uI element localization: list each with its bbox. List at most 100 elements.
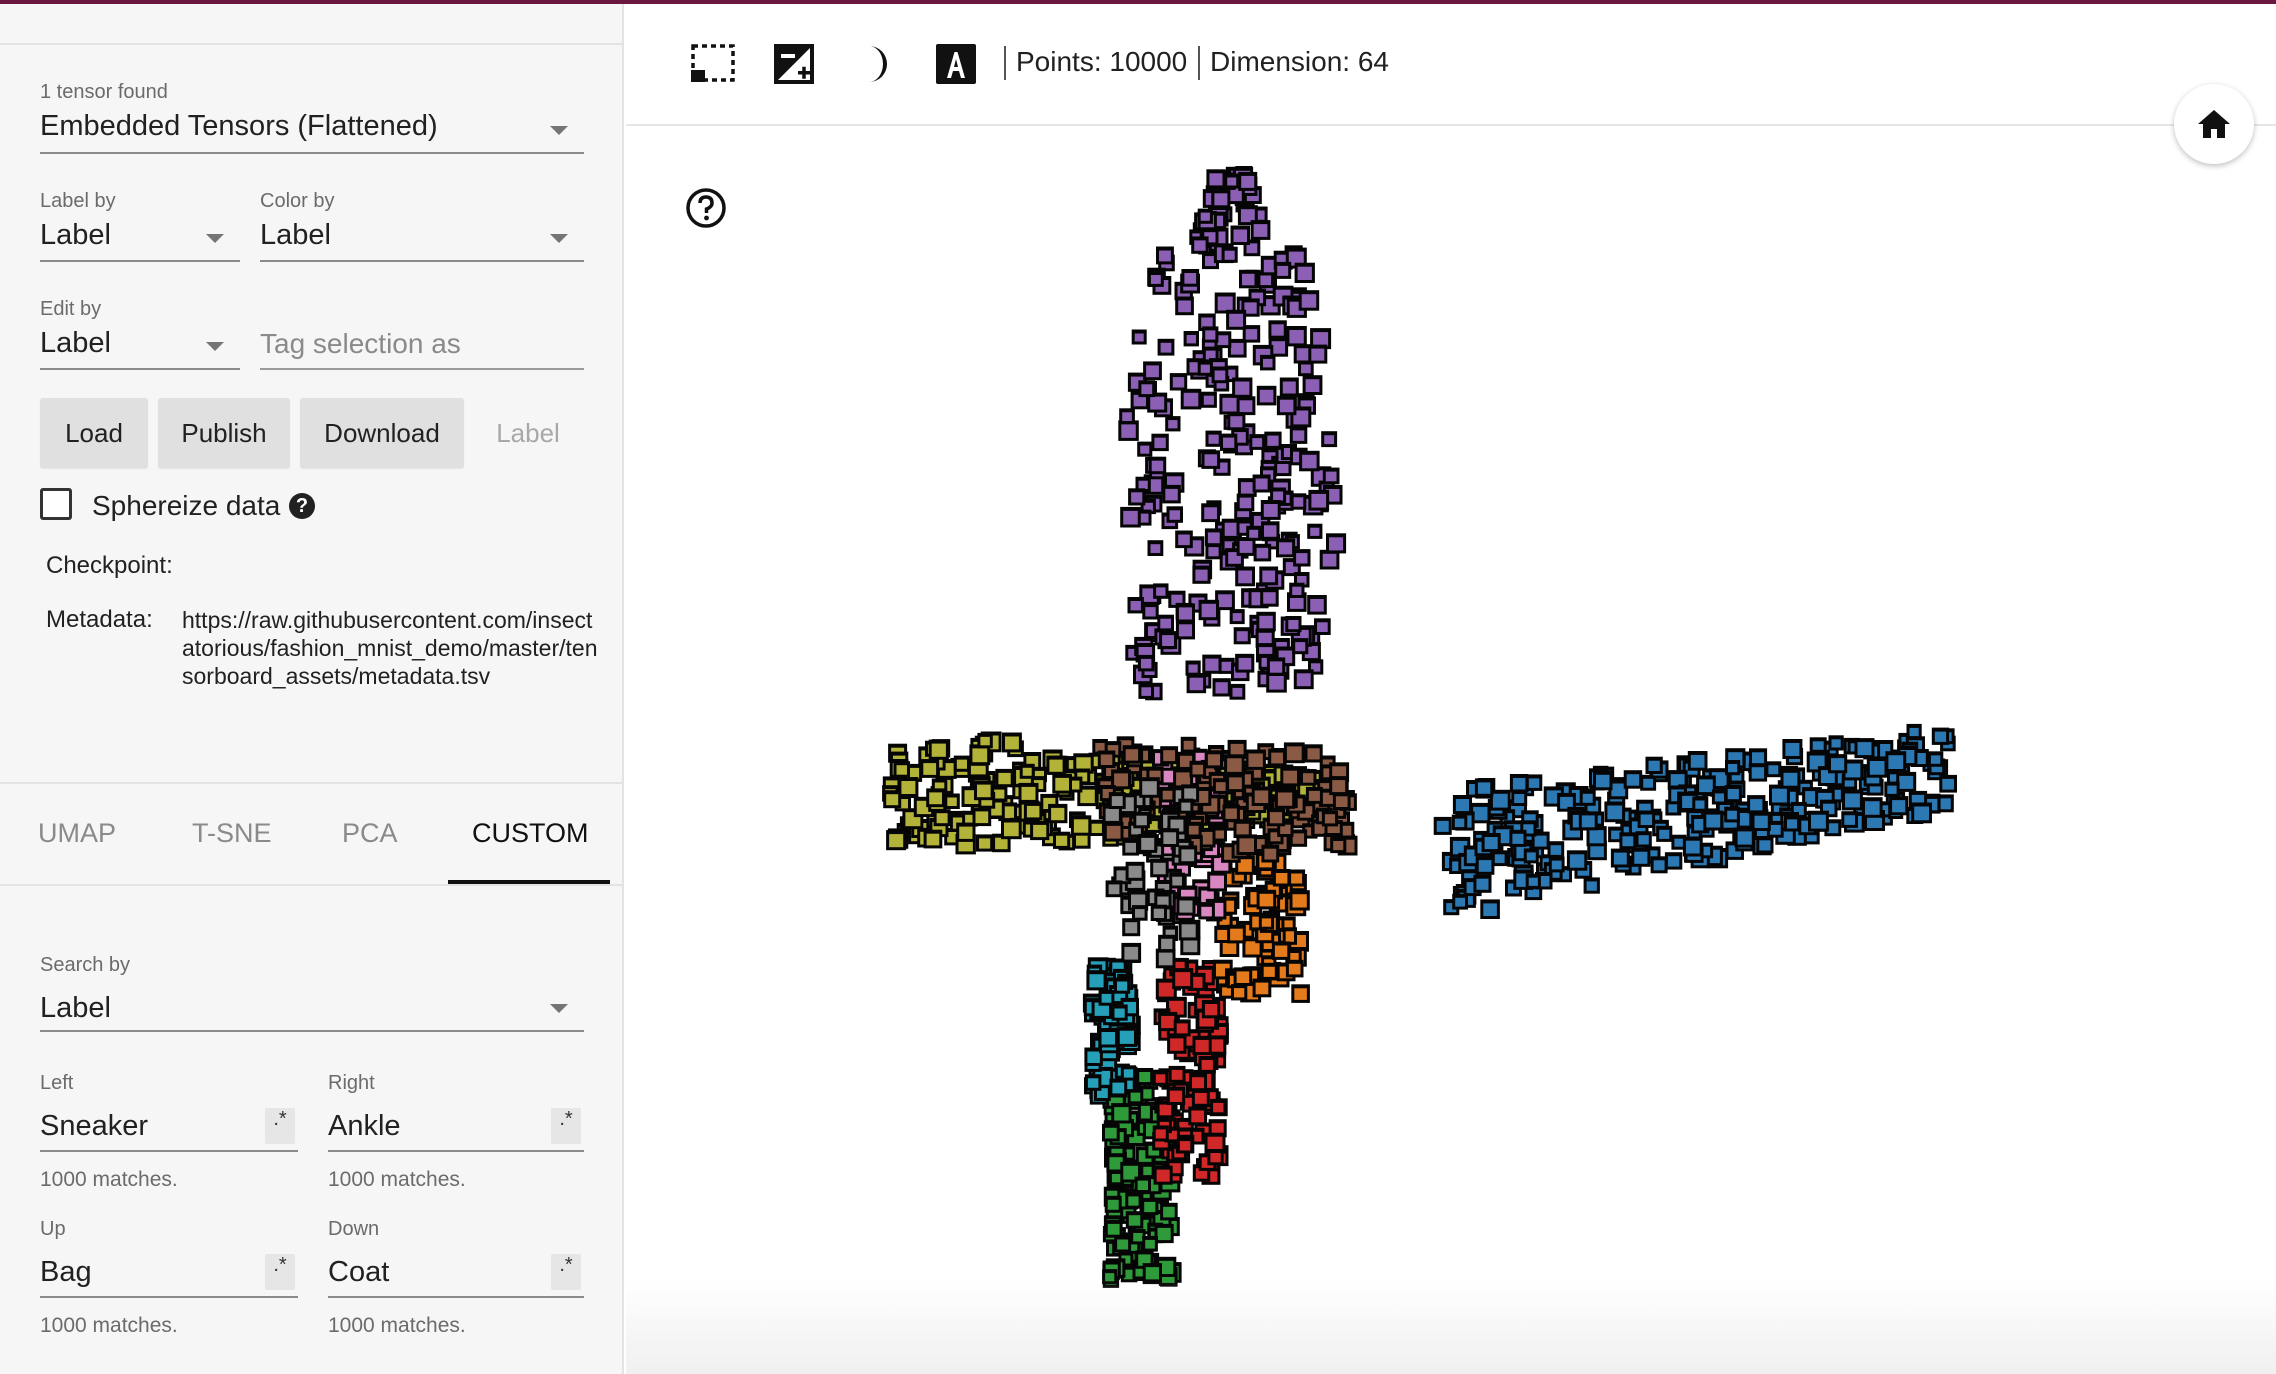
point-glyph bbox=[1189, 677, 1204, 691]
point-glyph bbox=[1214, 193, 1228, 206]
point-glyph bbox=[1288, 963, 1301, 975]
sphereize-checkbox[interactable] bbox=[40, 488, 72, 520]
point-glyph bbox=[1317, 622, 1328, 632]
help-circle-icon[interactable] bbox=[684, 186, 728, 230]
point-glyph bbox=[1892, 800, 1906, 813]
point-glyph bbox=[1241, 175, 1255, 188]
point-glyph bbox=[1130, 601, 1141, 611]
point-glyph bbox=[1169, 510, 1180, 520]
point-glyph bbox=[1204, 454, 1218, 466]
point-glyph bbox=[1706, 814, 1721, 828]
point-glyph bbox=[1128, 1196, 1139, 1206]
point-glyph bbox=[1714, 793, 1724, 802]
point-glyph bbox=[1114, 773, 1128, 787]
up-query-value: Bag bbox=[40, 1256, 92, 1288]
point-glyph bbox=[1204, 507, 1217, 520]
point-glyph bbox=[1638, 835, 1649, 845]
left-matches: 1000 matches. bbox=[40, 1168, 178, 1191]
point-glyph bbox=[1107, 1199, 1119, 1210]
point-glyph bbox=[1308, 790, 1320, 801]
publish-button[interactable]: Publish bbox=[158, 398, 290, 468]
selection-icon[interactable] bbox=[689, 40, 737, 88]
point-glyph bbox=[1151, 460, 1164, 472]
point-glyph bbox=[1117, 981, 1128, 991]
point-glyph bbox=[1179, 900, 1193, 913]
divider bbox=[0, 884, 622, 886]
point-glyph bbox=[1141, 384, 1153, 395]
point-glyph bbox=[1205, 330, 1216, 340]
point-glyph bbox=[1296, 673, 1311, 687]
point-glyph bbox=[926, 833, 940, 846]
point-glyph bbox=[1303, 773, 1314, 783]
projection-canvas[interactable] bbox=[626, 126, 2276, 1374]
point-glyph bbox=[1156, 587, 1166, 596]
help-icon[interactable]: ? bbox=[289, 493, 315, 519]
point-glyph bbox=[1292, 833, 1305, 844]
color-by-label: Color by bbox=[260, 190, 335, 212]
label-toggle-icon[interactable] bbox=[932, 40, 980, 88]
point-glyph bbox=[1787, 819, 1798, 829]
left-regex-toggle[interactable]: .* bbox=[265, 1108, 295, 1144]
load-button[interactable]: Load bbox=[40, 398, 148, 468]
point-glyph bbox=[1262, 570, 1276, 583]
point-glyph bbox=[1223, 437, 1235, 448]
point-glyph bbox=[1752, 752, 1765, 764]
point-glyph bbox=[1114, 1107, 1129, 1121]
tab-pca[interactable]: PCA bbox=[342, 818, 398, 849]
point-glyph bbox=[1310, 527, 1320, 536]
up-label: Up bbox=[40, 1218, 66, 1240]
point-glyph bbox=[1869, 761, 1885, 775]
point-glyph bbox=[1184, 788, 1197, 800]
point-glyph bbox=[1754, 815, 1768, 828]
label-button[interactable]: Label bbox=[478, 398, 578, 468]
point-glyph bbox=[1128, 865, 1142, 878]
tab-custom[interactable]: CUSTOM bbox=[472, 818, 589, 849]
point-glyph bbox=[1183, 939, 1198, 953]
point-glyph bbox=[1690, 755, 1705, 768]
point-glyph bbox=[1131, 492, 1143, 503]
point-glyph bbox=[1049, 759, 1063, 772]
point-glyph bbox=[1111, 1174, 1122, 1183]
night-mode-icon[interactable] bbox=[770, 40, 818, 88]
point-glyph bbox=[1865, 801, 1880, 815]
point-glyph bbox=[901, 781, 916, 794]
point-glyph bbox=[1259, 389, 1274, 403]
select-underline bbox=[40, 152, 584, 154]
point-glyph bbox=[1119, 1030, 1134, 1044]
point-glyph bbox=[1154, 437, 1166, 449]
point-glyph bbox=[1214, 370, 1226, 381]
point-glyph bbox=[1590, 844, 1604, 858]
point-glyph bbox=[1473, 806, 1488, 821]
point-glyph bbox=[1106, 825, 1121, 839]
input-underline bbox=[328, 1296, 584, 1298]
point-glyph bbox=[1201, 603, 1216, 618]
input-underline bbox=[260, 368, 584, 370]
point-glyph bbox=[1215, 782, 1226, 791]
point-glyph bbox=[1596, 774, 1610, 788]
point-glyph bbox=[1211, 1123, 1224, 1135]
point-glyph bbox=[1191, 1110, 1205, 1123]
point-glyph bbox=[1253, 224, 1268, 237]
point-glyph bbox=[1279, 542, 1293, 555]
right-regex-toggle[interactable]: .* bbox=[551, 1108, 581, 1144]
point-glyph bbox=[1163, 1206, 1175, 1218]
tab-tsne[interactable]: T-SNE bbox=[192, 818, 272, 849]
point-glyph bbox=[1105, 1127, 1117, 1139]
point-glyph bbox=[1217, 929, 1229, 940]
moon-icon[interactable] bbox=[851, 40, 899, 88]
download-button[interactable]: Download bbox=[300, 398, 464, 468]
tab-umap[interactable]: UMAP bbox=[38, 818, 116, 849]
up-regex-toggle[interactable]: .* bbox=[265, 1254, 295, 1290]
home-button[interactable] bbox=[2174, 84, 2254, 164]
down-regex-toggle[interactable]: .* bbox=[551, 1254, 581, 1290]
point-glyph bbox=[1634, 851, 1648, 864]
left-query-value: Sneaker bbox=[40, 1110, 149, 1142]
point-glyph bbox=[1589, 830, 1604, 844]
point-glyph bbox=[1105, 808, 1119, 821]
point-glyph bbox=[1055, 777, 1069, 791]
point-glyph bbox=[1213, 1102, 1224, 1113]
point-glyph bbox=[1263, 966, 1275, 977]
point-glyph bbox=[1252, 438, 1263, 447]
point-glyph bbox=[1195, 569, 1208, 581]
point-glyph bbox=[1258, 632, 1272, 645]
